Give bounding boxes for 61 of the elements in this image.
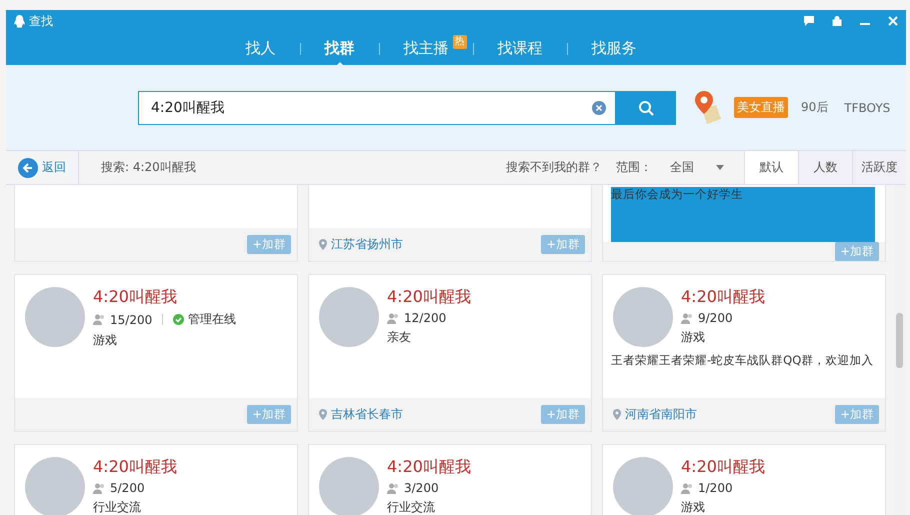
- group-location: 吉林省长春市: [331, 406, 403, 423]
- group-category: 游戏: [681, 329, 706, 346]
- hot-badge: 热: [452, 34, 466, 48]
- clear-icon[interactable]: [592, 100, 606, 114]
- members-icon: [681, 482, 694, 494]
- group-name[interactable]: 4:20叫醒我: [681, 287, 765, 307]
- group-name[interactable]: 4:20叫醒我: [93, 457, 177, 477]
- location-icon: [319, 239, 327, 250]
- caret-icon: [716, 165, 724, 170]
- range-dropdown[interactable]: 全国: [664, 158, 730, 177]
- group-name[interactable]: 4:20叫醒我: [93, 287, 236, 307]
- scroll-thumb[interactable]: [896, 313, 903, 368]
- hot-tag[interactable]: TFBOYS: [841, 98, 894, 116]
- penguin-icon: [14, 14, 25, 28]
- admin-status: 管理在线: [188, 311, 236, 328]
- sort-tab[interactable]: 默认: [744, 151, 798, 184]
- member-count: 3/200: [404, 481, 439, 495]
- nav-tab[interactable]: 找服务: [568, 34, 660, 62]
- group-category: 行业交流: [387, 499, 436, 515]
- hot-tag[interactable]: 90后: [798, 97, 832, 118]
- feedback-icon[interactable]: [804, 16, 814, 26]
- range-label: 范围：: [616, 159, 652, 176]
- close-icon[interactable]: [888, 16, 898, 26]
- back-button[interactable]: 返回: [6, 151, 79, 184]
- group-description: 最后你会成为一个好学生: [611, 187, 875, 242]
- member-count: 9/200: [698, 311, 733, 325]
- member-count: 1/200: [698, 481, 733, 495]
- member-count: 5/200: [110, 481, 145, 495]
- group-location: 江苏省扬州市: [331, 236, 403, 253]
- group-name[interactable]: 4:20叫醒我: [681, 457, 765, 477]
- member-count: 12/200: [404, 311, 446, 325]
- members-icon: [387, 312, 400, 324]
- search-button[interactable]: [616, 90, 676, 124]
- group-name[interactable]: 4:20叫醒我: [387, 287, 471, 307]
- members-icon: [93, 314, 106, 325]
- search-query: 搜索: 4:20叫醒我: [101, 159, 196, 176]
- members-icon: [387, 482, 400, 494]
- group-category: 行业交流: [93, 499, 142, 515]
- group-category: 亲友: [387, 329, 412, 346]
- group-location: 河南省南阳市: [625, 406, 697, 423]
- search-field[interactable]: 4:20叫醒我: [138, 90, 616, 124]
- members-icon: [93, 482, 106, 494]
- lock-icon[interactable]: [832, 16, 842, 26]
- sort-tab[interactable]: 活跃度: [852, 151, 906, 184]
- nav-tab[interactable]: 找人: [222, 34, 300, 62]
- sort-tab[interactable]: 人数: [798, 151, 852, 184]
- group-category: 游戏: [93, 332, 118, 349]
- group-category: 游戏: [681, 499, 706, 515]
- help-link[interactable]: 搜索不到我的群？: [506, 159, 602, 176]
- members-icon: [681, 312, 694, 324]
- window-title: 查找: [29, 12, 53, 30]
- map-pin-icon[interactable]: [694, 90, 722, 124]
- group-description: 王者荣耀王者荣耀-蛇皮车战队群QQ群，欢迎加入: [611, 353, 874, 368]
- member-count: 15/200: [110, 312, 152, 326]
- search-icon: [638, 100, 654, 116]
- location-icon: [319, 409, 327, 420]
- nav-tab[interactable]: 找课程: [474, 34, 566, 62]
- group-name[interactable]: 4:20叫醒我: [387, 457, 471, 477]
- scrollbar[interactable]: [894, 185, 906, 515]
- nav-tab[interactable]: 找主播 热: [380, 34, 472, 62]
- location-icon: [613, 409, 621, 420]
